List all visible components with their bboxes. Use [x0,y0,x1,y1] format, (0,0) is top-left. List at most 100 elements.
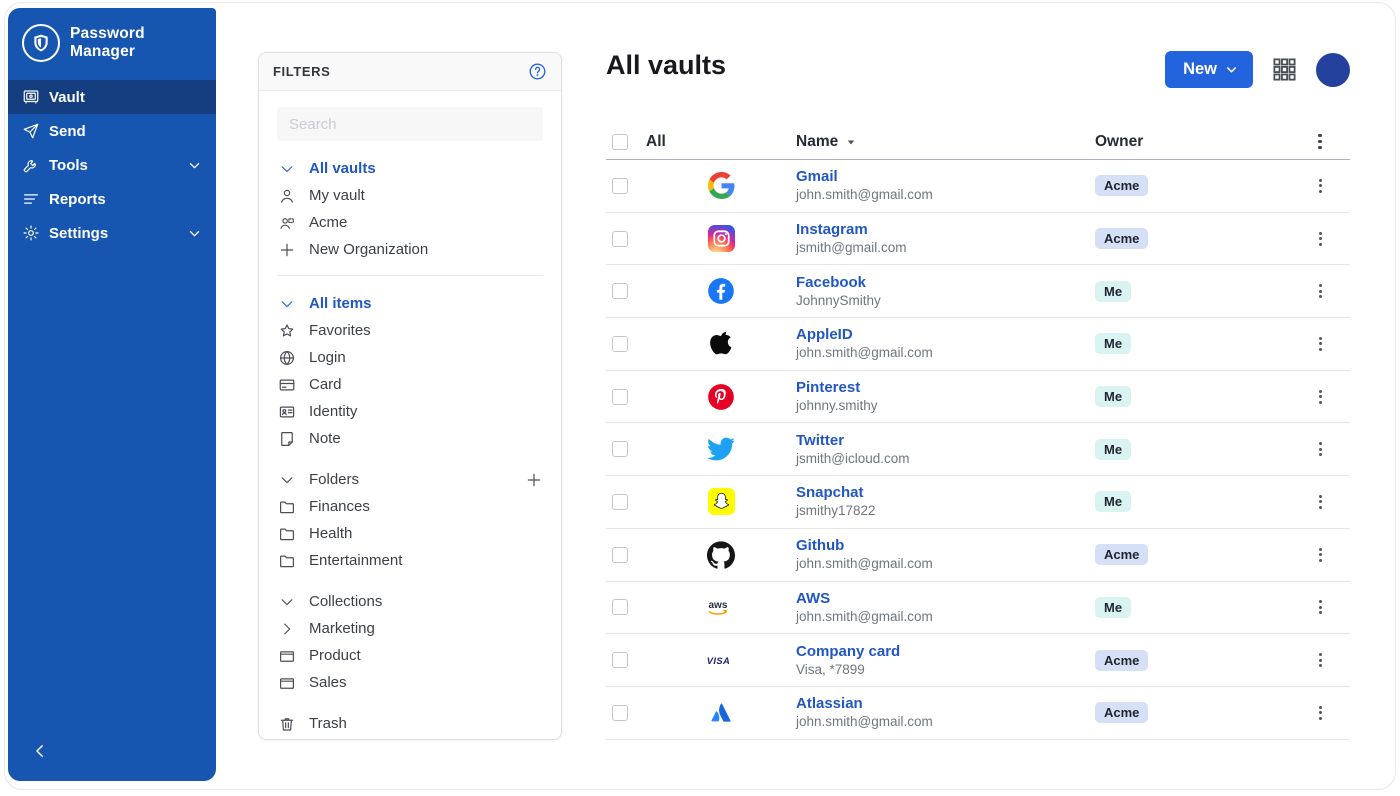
star-icon [277,322,296,340]
row-checkbox[interactable] [612,283,628,299]
row-checkbox[interactable] [612,705,628,721]
filter-item-health[interactable]: Health [277,520,543,547]
new-button-label: New [1183,60,1217,79]
sidebar-collapse-button[interactable] [26,737,54,765]
item-name-link[interactable]: AppleID [796,326,853,344]
item-name-link[interactable]: Company card [796,643,900,661]
item-name-link[interactable]: AWS [796,590,830,608]
filter-header-all-items[interactable]: All items [277,290,543,317]
filter-item-note[interactable]: Note [277,425,543,452]
owner-badge: Acme [1095,650,1148,671]
row-options-icon[interactable] [1310,653,1330,667]
row-checkbox[interactable] [612,231,628,247]
sort-descending-icon [844,135,858,149]
item-name-link[interactable]: Pinterest [796,379,860,397]
filter-item-login[interactable]: Login [277,344,543,371]
item-name-link[interactable]: Github [796,537,844,555]
row-options-icon[interactable] [1310,179,1330,193]
globe-icon [277,349,296,367]
sidebar-item-vault[interactable]: Vault [8,80,216,114]
row-checkbox[interactable] [612,336,628,352]
filter-header-folders[interactable]: Folders [277,466,543,493]
instagram-icon [706,224,736,254]
name-column-header[interactable]: Name [796,133,1095,151]
table-row: Facebook JohnnySmithy Me [606,265,1350,318]
filter-item-identity[interactable]: Identity [277,398,543,425]
send-icon [22,122,40,140]
table-row: Instagram jsmith@gmail.com Acme [606,213,1350,266]
filter-header-label: All items [309,295,372,312]
item-name-link[interactable]: Twitter [796,432,844,450]
sidebar-item-tools[interactable]: Tools [8,148,216,182]
aws-icon: aws [706,592,736,622]
filter-section: Trash [277,710,543,737]
row-options-icon[interactable] [1310,337,1330,351]
filter-item-marketing[interactable]: Marketing [277,615,543,642]
row-checkbox[interactable] [612,389,628,405]
svg-text:aws: aws [709,600,728,611]
filter-item-my-vault[interactable]: My vault [277,182,543,209]
filter-item-acme[interactable]: Acme [277,209,543,236]
row-options-icon[interactable] [1310,495,1330,509]
help-icon[interactable] [528,62,547,81]
row-checkbox[interactable] [612,441,628,457]
visa-icon: VISA [706,645,736,675]
chevron-down-icon [277,295,296,313]
filter-item-sales[interactable]: Sales [277,669,543,696]
item-username: jsmith@icloud.com [796,450,1095,467]
sidebar: Password Manager Vault Send Tools Report… [8,8,216,781]
github-icon [706,540,736,570]
sidebar-item-settings[interactable]: Settings [8,216,216,250]
filter-section: Collections Marketing Product Sales [277,588,543,696]
tools-icon [22,156,40,174]
table-body: Gmail john.smith@gmail.com Acme Instagra… [606,160,1350,740]
filter-item-label: Note [309,430,341,447]
row-checkbox[interactable] [612,178,628,194]
filter-header-collections[interactable]: Collections [277,588,543,615]
sidebar-item-send[interactable]: Send [8,114,216,148]
filter-header-all-vaults[interactable]: All vaults [277,155,543,182]
row-checkbox[interactable] [612,652,628,668]
folder-icon [277,525,296,543]
row-options-icon[interactable] [1310,390,1330,404]
avatar[interactable] [1316,53,1350,87]
table-options-icon[interactable] [1310,134,1330,150]
filter-item-favorites[interactable]: Favorites [277,317,543,344]
item-name-link[interactable]: Atlassian [796,695,863,713]
sidebar-item-label: Settings [49,225,108,242]
filter-item-label: Trash [309,715,347,732]
folder-icon [277,498,296,516]
table-header-row: All Name Owner [606,124,1350,160]
filter-item-trash[interactable]: Trash [277,710,543,737]
search-input[interactable] [277,107,543,141]
table-row: Snapchat jsmithy17822 Me [606,476,1350,529]
row-checkbox[interactable] [612,494,628,510]
new-button[interactable]: New [1165,51,1253,88]
filter-item-finances[interactable]: Finances [277,493,543,520]
item-name-link[interactable]: Instagram [796,221,868,239]
row-options-icon[interactable] [1310,548,1330,562]
filter-item-new-organization[interactable]: New Organization [277,236,543,263]
plus-icon [277,241,296,259]
row-options-icon[interactable] [1310,284,1330,298]
row-options-icon[interactable] [1310,232,1330,246]
sidebar-item-reports[interactable]: Reports [8,182,216,216]
item-name-link[interactable]: Snapchat [796,484,864,502]
grid-view-icon[interactable] [1271,56,1298,83]
apple-icon [706,329,736,359]
select-all-checkbox[interactable] [612,134,628,150]
row-checkbox[interactable] [612,599,628,615]
sidebar-item-label: Vault [49,89,85,106]
filter-item-entertainment[interactable]: Entertainment [277,547,543,574]
row-options-icon[interactable] [1310,442,1330,456]
brand-header: Password Manager [8,8,216,76]
row-options-icon[interactable] [1310,706,1330,720]
item-name-link[interactable]: Facebook [796,274,866,292]
chevron-down-icon [277,160,296,178]
item-name-link[interactable]: Gmail [796,168,838,186]
row-options-icon[interactable] [1310,600,1330,614]
row-checkbox[interactable] [612,547,628,563]
filter-item-card[interactable]: Card [277,371,543,398]
filter-item-product[interactable]: Product [277,642,543,669]
add-folder-button[interactable] [525,471,543,489]
